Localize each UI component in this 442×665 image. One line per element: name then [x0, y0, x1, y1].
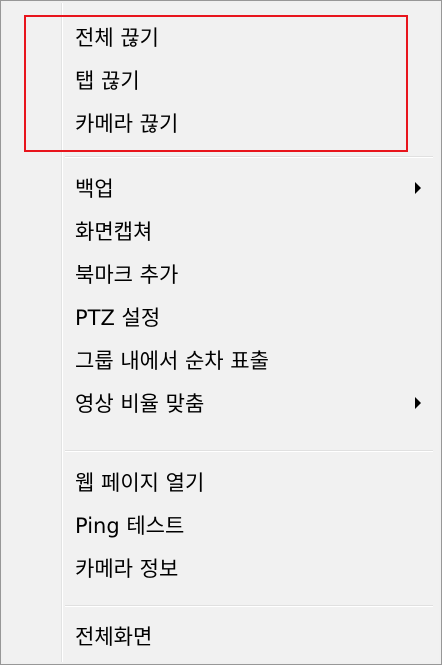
menu-item-ptz-settings[interactable]: PTZ 설정 [7, 295, 435, 339]
menu-item-label: 그룹 내에서 순차 표출 [75, 349, 269, 373]
menu-separator [65, 156, 433, 158]
menu-separator [65, 605, 433, 607]
menu-item-label: 웹 페이지 열기 [75, 471, 205, 495]
menu-item-open-web-page[interactable]: 웹 페이지 열기 [7, 460, 435, 504]
submenu-arrow-icon [415, 397, 421, 409]
highlight-box [24, 15, 408, 152]
context-menu: 전체 끊기 탭 끊기 카메라 끊기 백업 화면캡쳐 북마크 추가 PTZ 설정 … [0, 0, 442, 665]
menu-item-add-bookmark[interactable]: 북마크 추가 [7, 252, 435, 296]
menu-item-screen-capture[interactable]: 화면캡쳐 [7, 209, 435, 253]
menu-separator [65, 450, 433, 452]
menu-item-ping-test[interactable]: Ping 테스트 [7, 503, 435, 547]
menu-item-label: 백업 [75, 177, 114, 201]
menu-item-fullscreen[interactable]: 전체화면 [7, 614, 435, 658]
menu-item-label: 영상 비율 맞춤 [75, 392, 205, 416]
submenu-arrow-icon [415, 182, 421, 194]
menu-item-label: 전체화면 [75, 625, 153, 649]
menu-item-backup[interactable]: 백업 [7, 166, 435, 210]
menu-item-label: 화면캡쳐 [75, 220, 153, 244]
menu-item-group-sequence[interactable]: 그룹 내에서 순차 표출 [7, 338, 435, 382]
menu-item-label: 카메라 정보 [75, 557, 179, 581]
menu-item-label: Ping 테스트 [75, 514, 185, 538]
menu-item-label: PTZ 설정 [75, 306, 161, 330]
menu-item-aspect-ratio[interactable]: 영상 비율 맞춤 [7, 381, 435, 425]
context-menu-body: 전체 끊기 탭 끊기 카메라 끊기 백업 화면캡쳐 북마크 추가 PTZ 설정 … [3, 3, 439, 662]
menu-item-camera-info[interactable]: 카메라 정보 [7, 546, 435, 590]
menu-item-label: 북마크 추가 [75, 263, 179, 287]
